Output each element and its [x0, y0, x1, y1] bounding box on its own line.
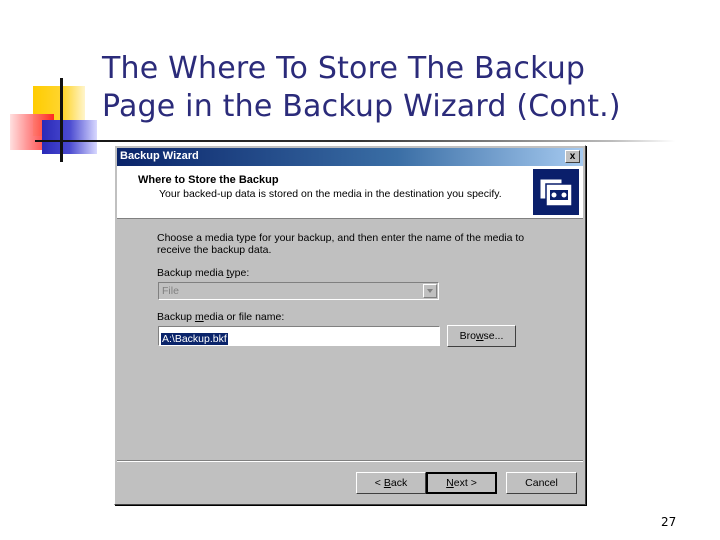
- accelerator-key: N: [446, 477, 454, 489]
- label-text: Backup: [157, 311, 195, 323]
- wizard-header: Where to Store the Backup Your backed-up…: [117, 166, 583, 219]
- media-name-label: Backup media or file name:: [157, 311, 284, 323]
- button-text: <: [374, 477, 384, 489]
- button-separator: [117, 460, 583, 462]
- button-text: ext >: [453, 477, 477, 489]
- media-name-input[interactable]: A:\Backup.bkf: [158, 326, 440, 346]
- instructions-text: Choose a media type for your backup, and…: [157, 232, 525, 256]
- wizard-page-title: Where to Store the Backup: [138, 174, 279, 186]
- dialog-title: Backup Wizard: [120, 150, 199, 162]
- button-text: Bro: [459, 330, 476, 342]
- media-type-value: File: [162, 285, 179, 297]
- button-text: ack: [390, 477, 408, 489]
- back-button[interactable]: < Back: [356, 472, 426, 494]
- media-name-value: A:\Backup.bkf: [161, 333, 228, 345]
- next-button[interactable]: Next >: [426, 472, 497, 494]
- slide-title-line1: The Where To Store The Backup: [102, 51, 586, 86]
- media-type-label: Backup media type:: [157, 267, 249, 279]
- label-text: ype:: [229, 267, 250, 279]
- slide-title: The Where To Store The Backup Page in th…: [102, 50, 702, 126]
- decorative-blue-square: [42, 120, 97, 154]
- accelerator-key: B: [383, 477, 391, 489]
- dialog-titlebar[interactable]: Backup Wizard x: [117, 148, 583, 166]
- chevron-down-icon[interactable]: [423, 284, 437, 298]
- label-text: Backup media: [157, 267, 227, 279]
- accelerator-key: m: [194, 311, 204, 323]
- slide-title-line2: Page in the Backup Wizard (Cont.): [102, 89, 621, 124]
- media-type-select[interactable]: File: [158, 282, 439, 300]
- label-text: edia or file name:: [203, 311, 285, 323]
- page-number: 27: [661, 515, 677, 529]
- backup-media-icon: [533, 169, 579, 215]
- accelerator-key: w: [475, 330, 484, 342]
- button-text: se...: [483, 330, 504, 342]
- backup-wizard-dialog: Backup Wizard x Where to Store the Backu…: [114, 145, 586, 505]
- browse-button[interactable]: Browse...: [447, 325, 516, 347]
- wizard-page-subtitle: Your backed-up data is stored on the med…: [159, 188, 502, 200]
- close-icon: x: [569, 151, 576, 162]
- cancel-button[interactable]: Cancel: [506, 472, 577, 494]
- decorative-vertical-line: [60, 78, 63, 162]
- title-underline: [35, 140, 675, 142]
- close-button[interactable]: x: [565, 150, 580, 163]
